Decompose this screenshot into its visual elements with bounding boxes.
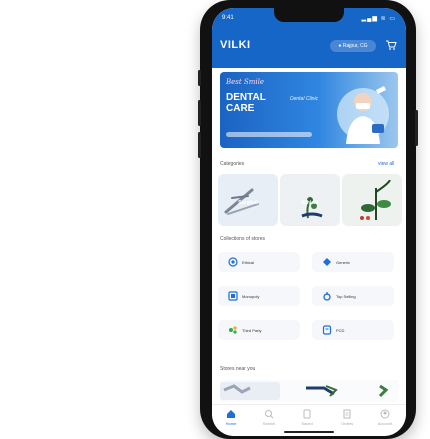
top-selling-icon bbox=[323, 292, 331, 301]
account-icon bbox=[380, 409, 390, 419]
home-indicator bbox=[284, 431, 334, 433]
herbs-icon bbox=[301, 197, 323, 219]
banner-title: DENTAL CARE bbox=[226, 92, 266, 114]
store-label: PCD bbox=[336, 328, 345, 333]
store-card-generic[interactable]: Generic bbox=[312, 252, 394, 272]
cart-icon[interactable] bbox=[385, 39, 397, 51]
mute-switch bbox=[198, 70, 201, 86]
nav-orders[interactable]: Orders bbox=[328, 409, 366, 426]
banner-script-text: Best Smile bbox=[226, 78, 264, 86]
store-card-top-selling[interactable]: Top Selling bbox=[312, 286, 394, 306]
location-selector[interactable]: ● Rajpur, CG bbox=[330, 40, 376, 52]
plant-icon bbox=[360, 180, 391, 220]
view-all-link[interactable]: view all bbox=[378, 161, 394, 167]
nav-label: Orders bbox=[340, 421, 354, 426]
banner-title-line2: CARE bbox=[226, 103, 255, 114]
nav-account[interactable]: Account bbox=[366, 409, 404, 426]
status-icons: ▂▄▆ ≋ ▭ bbox=[361, 16, 396, 22]
near-title: Stores near you bbox=[220, 366, 256, 372]
category-card-ethical[interactable]: Ethical bbox=[280, 174, 340, 226]
app-screen: 9:41 ▂▄▆ ≋ ▭ VILKI ● Rajpur, CG Best Smi… bbox=[212, 8, 406, 436]
power-button bbox=[415, 110, 418, 146]
bookmark-icon bbox=[303, 409, 311, 419]
store-card-ethical[interactable]: Ethical bbox=[218, 252, 300, 272]
volume-up-button bbox=[198, 100, 201, 126]
camera-notch bbox=[274, 8, 344, 22]
nav-label: Search bbox=[262, 421, 276, 426]
app-logo: VILKI bbox=[220, 39, 251, 51]
dentist-illustration bbox=[337, 86, 389, 144]
banner-info-bar bbox=[226, 132, 312, 137]
nearby-stores-preview bbox=[220, 382, 389, 400]
third-party-icon bbox=[229, 326, 237, 334]
monopoly-icon bbox=[228, 291, 238, 301]
categories-title: Categories bbox=[220, 161, 245, 167]
pcd-icon bbox=[322, 325, 332, 335]
search-icon bbox=[265, 410, 274, 419]
store-card-pcd[interactable]: PCD bbox=[312, 320, 394, 340]
nav-label: Home bbox=[225, 421, 237, 426]
ethical-icon bbox=[228, 257, 238, 267]
store-label: Top Selling bbox=[336, 294, 356, 299]
orders-icon bbox=[343, 409, 351, 419]
category-card-surgical[interactable]: Surgical bbox=[218, 174, 278, 226]
nav-search[interactable]: Search bbox=[250, 409, 288, 426]
store-label: Ethical bbox=[242, 260, 255, 265]
category-label: Ethical bbox=[301, 200, 319, 206]
promo-banner[interactable]: Best Smile DENTAL CARE Dental Clinic bbox=[220, 72, 398, 148]
store-card-monopoly[interactable]: Monopoly bbox=[218, 286, 300, 306]
banner-title-line1: DENTAL bbox=[226, 92, 266, 103]
volume-down-button bbox=[198, 132, 201, 158]
nav-label: Saved bbox=[301, 421, 313, 426]
nearby-stores-strip[interactable] bbox=[220, 380, 398, 402]
category-label: Surgical bbox=[238, 200, 258, 206]
store-card-third-party[interactable]: Third Party bbox=[218, 320, 300, 340]
nav-label: Account bbox=[377, 421, 393, 426]
nav-home[interactable]: Home bbox=[212, 409, 250, 426]
generic-icon bbox=[323, 258, 331, 266]
store-label: Generic bbox=[336, 260, 351, 265]
store-label: Monopoly bbox=[242, 294, 260, 299]
category-card-herbal[interactable] bbox=[342, 174, 402, 226]
banner-subtitle: Dental Clinic bbox=[290, 96, 319, 102]
status-time: 9:41 bbox=[222, 15, 234, 21]
nav-saved[interactable]: Saved bbox=[288, 409, 326, 426]
store-label: Third Party bbox=[242, 328, 262, 333]
stores-title: Collections of stores bbox=[220, 236, 266, 242]
home-icon bbox=[227, 410, 235, 418]
